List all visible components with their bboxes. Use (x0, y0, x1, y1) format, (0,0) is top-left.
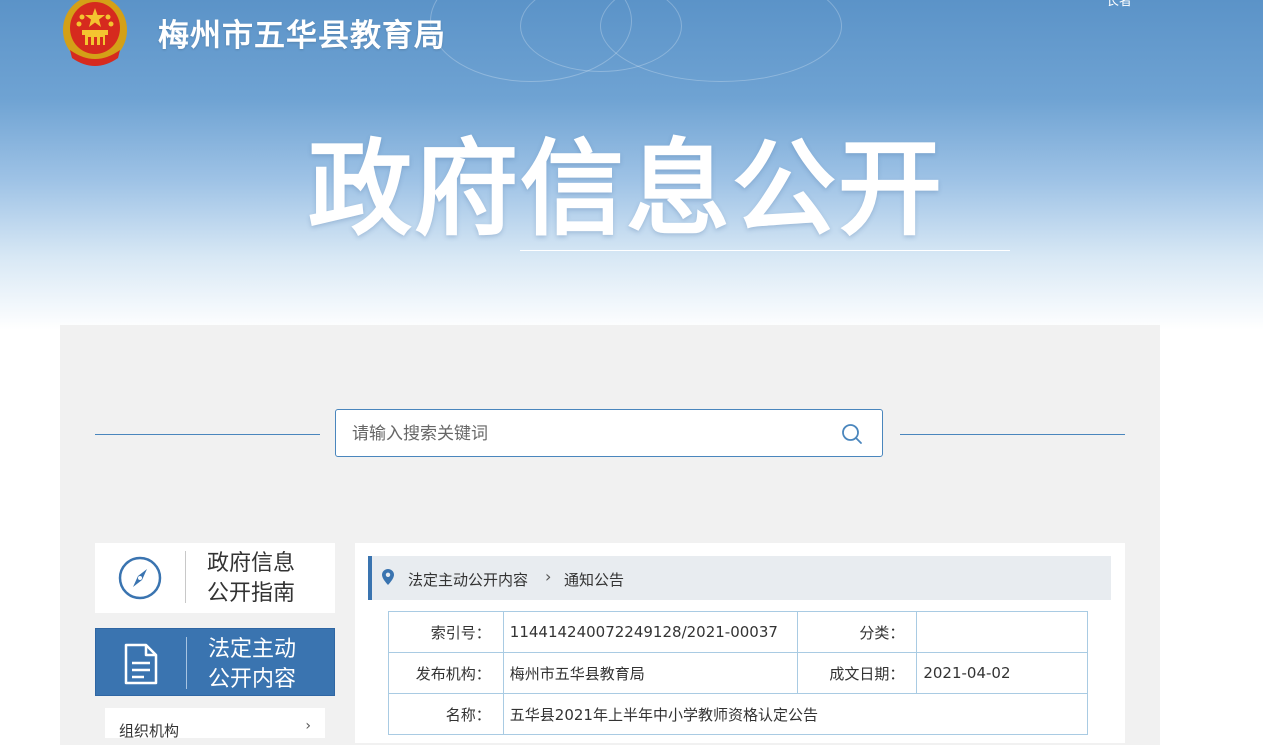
national-emblem-icon (63, 0, 127, 66)
name-value: 五华县2021年上半年中小学教师资格认定公告 (502, 693, 1089, 735)
search-box (335, 409, 883, 458)
decorative-flower (600, 0, 842, 82)
sidebar-separator (186, 637, 187, 689)
banner-title: 政府信息公开 (308, 128, 945, 250)
table-row: 发布机构： 梅州市五华县教育局 成文日期： 2021-04-02 (388, 652, 1088, 694)
publisher-label: 发布机构： (388, 652, 504, 694)
title-divider (520, 250, 1010, 251)
info-table: 索引号： 114414240072249128/2021-00037 分类： 发… (388, 611, 1089, 735)
category-label: 分类： (796, 611, 918, 653)
date-label: 成文日期： (796, 652, 918, 694)
sidebar-separator (185, 551, 186, 603)
chevron-right-icon: › (305, 718, 311, 734)
search-decor-line-left (95, 434, 320, 435)
search-icon[interactable] (841, 423, 863, 445)
name-label: 名称： (388, 693, 504, 735)
breadcrumb: 法定主动公开内容 › 通知公告 (368, 556, 1111, 600)
sidebar-item-guide[interactable]: 政府信息 公开指南 (95, 543, 335, 613)
sidebar-item-label: 法定主动 公开内容 (208, 635, 296, 695)
sidebar-item-label: 政府信息 公开指南 (207, 549, 295, 609)
table-row: 索引号： 114414240072249128/2021-00037 分类： (388, 611, 1088, 653)
table-row: 名称： 五华县2021年上半年中小学教师资格认定公告 (388, 693, 1089, 735)
compass-icon (118, 556, 162, 600)
sidebar-label-line: 法定主动 (208, 637, 297, 662)
location-pin-icon (382, 569, 394, 585)
header-banner: 梅州市五华县教育局 长者 政府信息公开 (0, 0, 1263, 330)
sidebar-label-line: 公开指南 (207, 581, 296, 606)
index-value: 114414240072249128/2021-00037 (502, 611, 798, 653)
breadcrumb-item[interactable]: 法定主动公开内容 (408, 569, 528, 590)
category-value (916, 611, 1088, 653)
sidebar-subitem-label: 组织机构 (119, 722, 180, 740)
breadcrumb-item[interactable]: 通知公告 (564, 569, 624, 590)
content-area: 法定主动公开内容 › 通知公告 索引号： 114414240072249128/… (355, 543, 1125, 743)
date-value: 2021-04-02 (916, 652, 1088, 694)
sidebar-subitem-org[interactable]: 组织机构 › (105, 708, 325, 740)
document-icon (124, 643, 158, 685)
index-label: 索引号： (388, 611, 504, 653)
sidebar-label-line: 公开内容 (208, 667, 297, 692)
elderly-mode-link[interactable]: 长者 (1106, 0, 1132, 9)
chevron-right-icon: › (545, 567, 552, 586)
search-input[interactable] (350, 410, 834, 458)
sidebar-label-line: 政府信息 (207, 551, 296, 576)
sidebar-item-statutory-content[interactable]: 法定主动 公开内容 (95, 628, 335, 696)
publisher-value: 梅州市五华县教育局 (502, 652, 798, 694)
search-decor-line-right (900, 434, 1125, 435)
site-name[interactable]: 梅州市五华县教育局 (158, 10, 446, 55)
